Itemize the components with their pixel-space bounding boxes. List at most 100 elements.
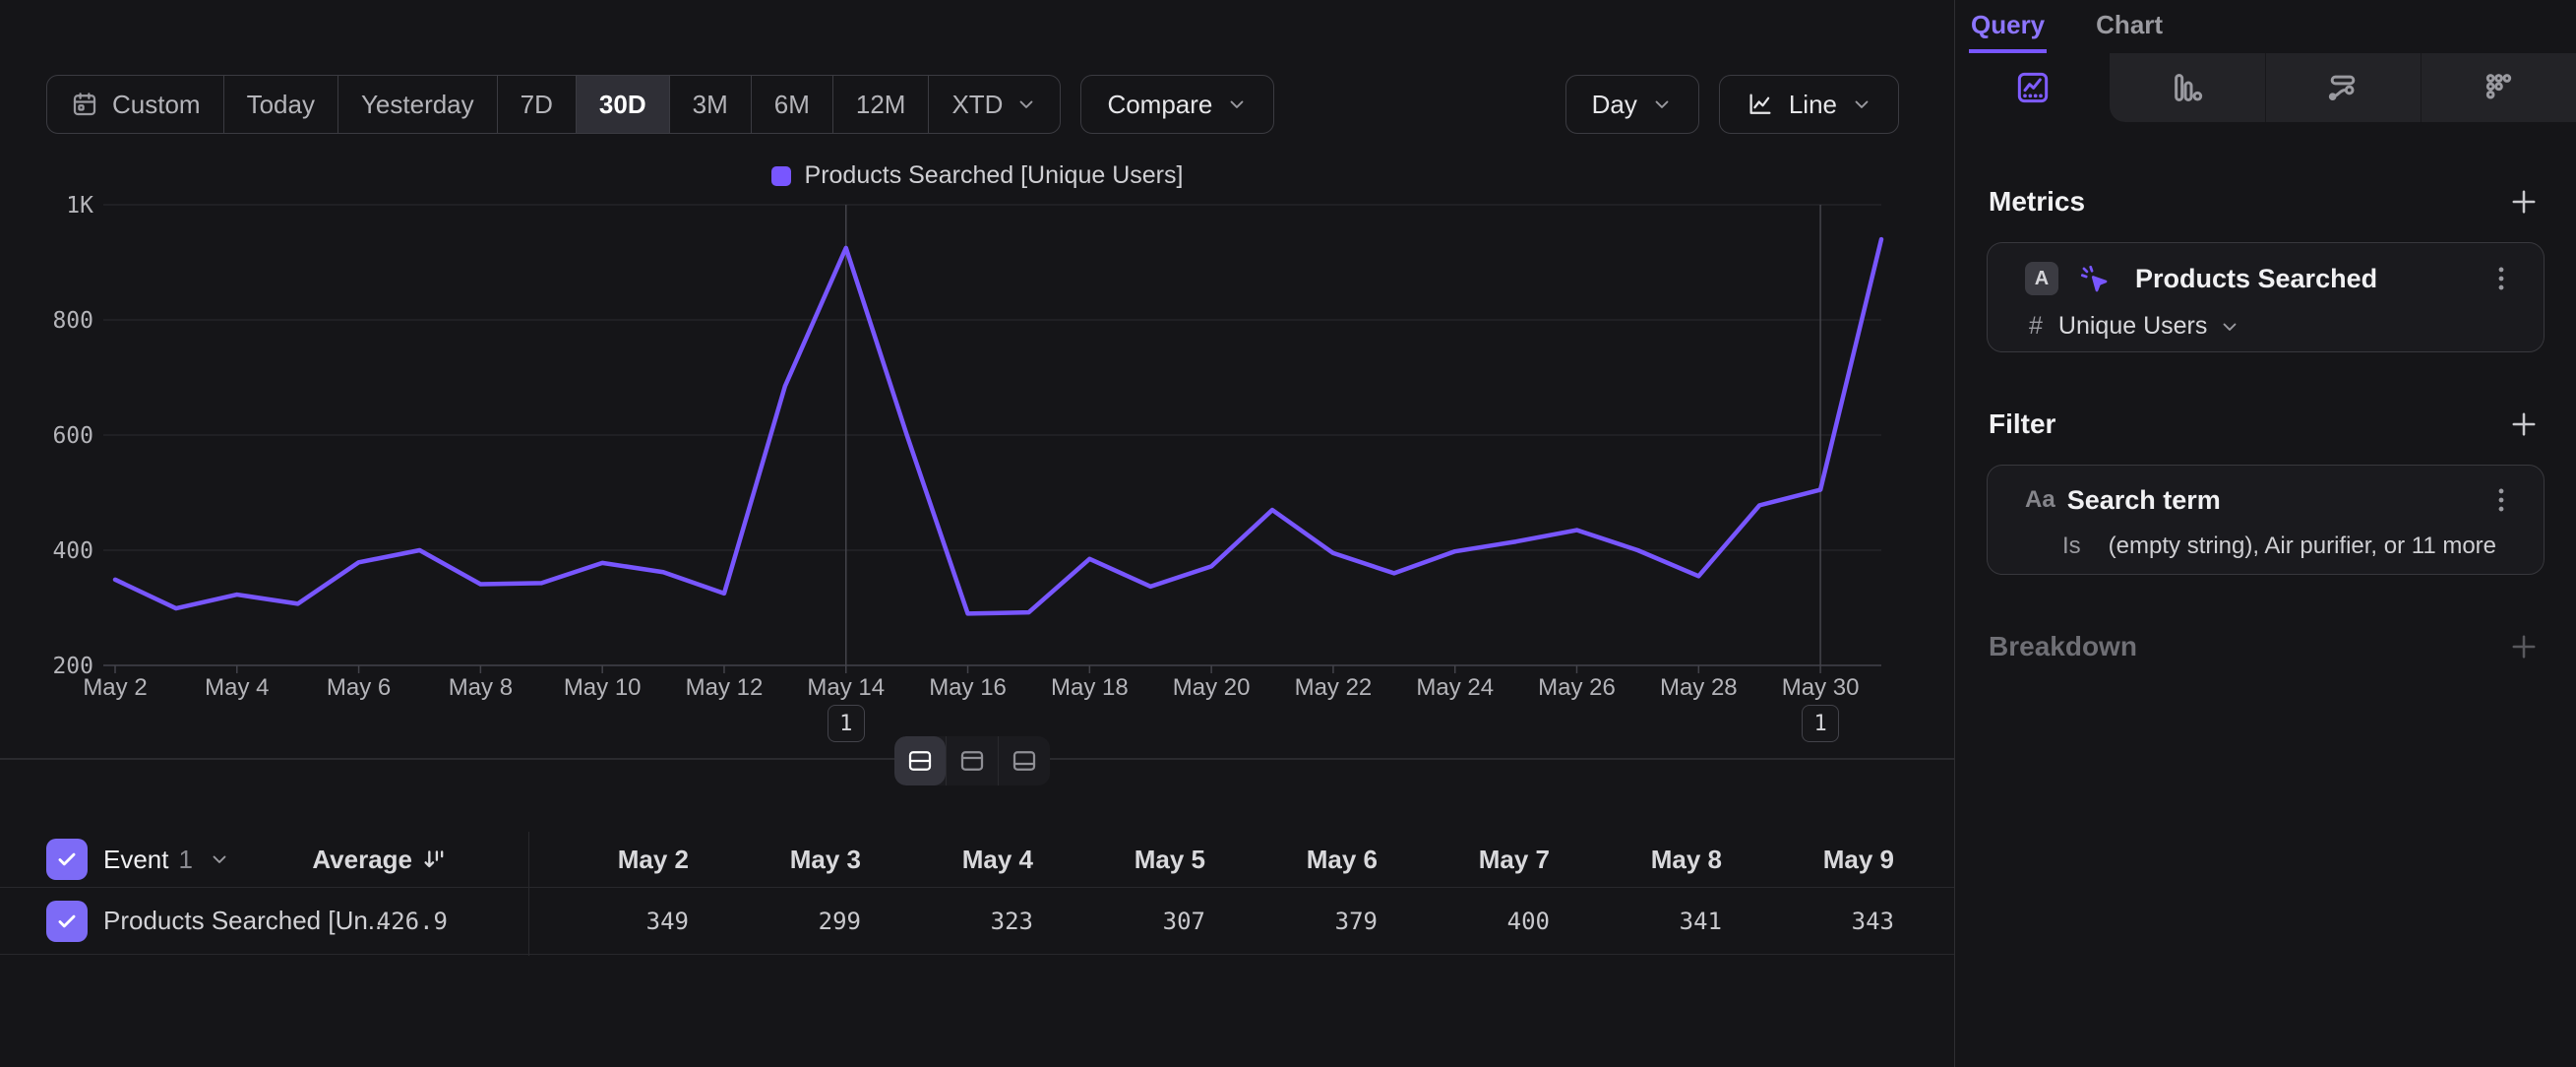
add-breakdown-button[interactable] — [2507, 630, 2541, 663]
chevron-down-icon — [1015, 94, 1037, 115]
series-letter-badge: A — [2025, 262, 2058, 295]
svg-text:600: 600 — [52, 423, 93, 449]
cell-value: 379 — [1217, 908, 1389, 935]
toolbar-right: Day Line — [1565, 75, 1899, 134]
annotation-badge[interactable]: 1 — [1802, 705, 1839, 742]
svg-text:May 6: May 6 — [327, 674, 391, 701]
view-type-tabs — [1955, 53, 2576, 122]
range-7d[interactable]: 7D — [497, 76, 576, 133]
panel-bottom-icon — [1010, 746, 1039, 776]
toolbar-left: CustomTodayYesterday7D30D3M6M12MXTD Comp… — [46, 75, 1274, 134]
svg-text:May 10: May 10 — [564, 674, 642, 701]
calendar-icon — [70, 90, 99, 119]
filter-property-name[interactable]: Search term — [2067, 485, 2221, 516]
view-tab-bar-chart-tab[interactable] — [2110, 53, 2264, 122]
panel-bottom-button[interactable] — [998, 736, 1050, 785]
svg-text:May 26: May 26 — [1538, 674, 1616, 701]
metric-name[interactable]: Products Searched — [2135, 264, 2377, 294]
granularity-button[interactable]: Day — [1565, 75, 1699, 134]
main-panel: CustomTodayYesterday7D30D3M6M12MXTD Comp… — [0, 0, 1954, 1067]
metrics-title: Metrics — [1989, 186, 2085, 218]
table-column-divider — [528, 832, 529, 956]
metric-options-button[interactable] — [2484, 262, 2518, 295]
svg-text:800: 800 — [52, 308, 93, 334]
line-chart[interactable]: 1K800600400200May 2May 4May 6May 8May 10… — [0, 148, 1954, 758]
tab-query[interactable]: Query — [1969, 0, 2047, 53]
date-range-control: CustomTodayYesterday7D30D3M6M12MXTD — [46, 75, 1061, 134]
add-filter-button[interactable] — [2507, 408, 2541, 441]
chart-area[interactable]: Products Searched [Unique Users] 1K80060… — [0, 148, 1954, 758]
cell-value: 307 — [1045, 908, 1217, 935]
filter-value[interactable]: (empty string), Air purifier, or 11 more — [2109, 533, 2496, 560]
flows-tab-icon — [2323, 68, 2362, 107]
svg-text:May 16: May 16 — [929, 674, 1007, 701]
aggregation-selector[interactable]: Unique Users — [2058, 312, 2207, 341]
compare-button[interactable]: Compare — [1080, 75, 1274, 134]
column-header: May 6 — [1217, 845, 1389, 875]
range-6m[interactable]: 6M — [751, 76, 832, 133]
cell-value: 343 — [1734, 908, 1906, 935]
table-row: Products Searched [Un... 426.9 349299323… — [0, 888, 1954, 955]
metrics-section-header: Metrics — [1989, 185, 2541, 219]
range-3m[interactable]: 3M — [669, 76, 751, 133]
split-view-button[interactable] — [894, 736, 946, 785]
cell-value: 341 — [1562, 908, 1734, 935]
metric-card[interactable]: A Products Searched # Unique Users — [1987, 242, 2545, 352]
panel-top-button[interactable] — [946, 736, 998, 785]
range-30d[interactable]: 30D — [576, 76, 669, 133]
annotation-badge[interactable]: 1 — [828, 705, 865, 742]
range-12m[interactable]: 12M — [832, 76, 929, 133]
filter-options-button[interactable] — [2484, 483, 2518, 517]
column-header: May 2 — [528, 845, 701, 875]
svg-text:May 2: May 2 — [83, 674, 147, 701]
row-average: 426.9 — [377, 908, 448, 935]
chevron-down-icon[interactable] — [2219, 316, 2240, 338]
line-chart-icon — [1746, 90, 1775, 119]
cell-value: 299 — [701, 908, 873, 935]
cell-value: 400 — [1389, 908, 1562, 935]
average-header[interactable]: Average — [335, 845, 448, 875]
property-type-label: Aa — [2025, 486, 2055, 514]
svg-text:May 12: May 12 — [686, 674, 764, 701]
svg-text:May 20: May 20 — [1173, 674, 1251, 701]
view-tab-insights-tab[interactable] — [1955, 53, 2110, 122]
column-header: May 4 — [873, 845, 1045, 875]
sort-icon — [420, 846, 448, 873]
grid-dots-tab-icon — [2479, 68, 2518, 107]
column-header: May 7 — [1389, 845, 1562, 875]
row-value-cells: 349299323307379400341343 — [528, 908, 1906, 935]
range-yesterday[interactable]: Yesterday — [337, 76, 497, 133]
filter-operator[interactable]: Is — [2062, 533, 2081, 560]
column-header: May 5 — [1045, 845, 1217, 875]
check-icon — [54, 909, 80, 934]
toolbar: CustomTodayYesterday7D30D3M6M12MXTD Comp… — [46, 75, 1899, 134]
layout-toggle — [894, 736, 1050, 785]
cell-value: 323 — [873, 908, 1045, 935]
range-xtd[interactable]: XTD — [928, 76, 1060, 133]
chevron-down-icon[interactable] — [209, 848, 230, 870]
add-metric-button[interactable] — [2507, 185, 2541, 219]
select-all-checkbox[interactable] — [46, 839, 88, 880]
filter-card[interactable]: Aa Search term Is (empty string), Air pu… — [1987, 465, 2545, 575]
aggregation-symbol: # — [2029, 312, 2043, 341]
chart-type-label: Line — [1789, 90, 1837, 120]
date-column-headers: May 2May 3May 4May 5May 6May 7May 8May 9 — [528, 845, 1906, 875]
svg-text:1K: 1K — [66, 193, 93, 219]
svg-text:May 22: May 22 — [1295, 674, 1373, 701]
column-header: May 8 — [1562, 845, 1734, 875]
event-header-cell: Event 1 — [46, 839, 335, 880]
row-checkbox[interactable] — [46, 901, 88, 942]
view-tab-grid-dots-tab[interactable] — [2421, 53, 2576, 122]
svg-text:May 4: May 4 — [205, 674, 269, 701]
view-tab-flows-tab[interactable] — [2265, 53, 2421, 122]
tab-chart[interactable]: Chart — [2094, 0, 2165, 53]
granularity-label: Day — [1592, 90, 1637, 120]
range-today[interactable]: Today — [223, 76, 337, 133]
event-count: 1 — [179, 845, 193, 875]
chevron-down-icon — [1226, 94, 1248, 115]
event-label[interactable]: Event — [103, 845, 169, 875]
chart-type-button[interactable]: Line — [1719, 75, 1899, 134]
range-custom[interactable]: Custom — [47, 76, 223, 133]
svg-text:May 24: May 24 — [1416, 674, 1494, 701]
filter-section-header: Filter — [1989, 408, 2541, 441]
